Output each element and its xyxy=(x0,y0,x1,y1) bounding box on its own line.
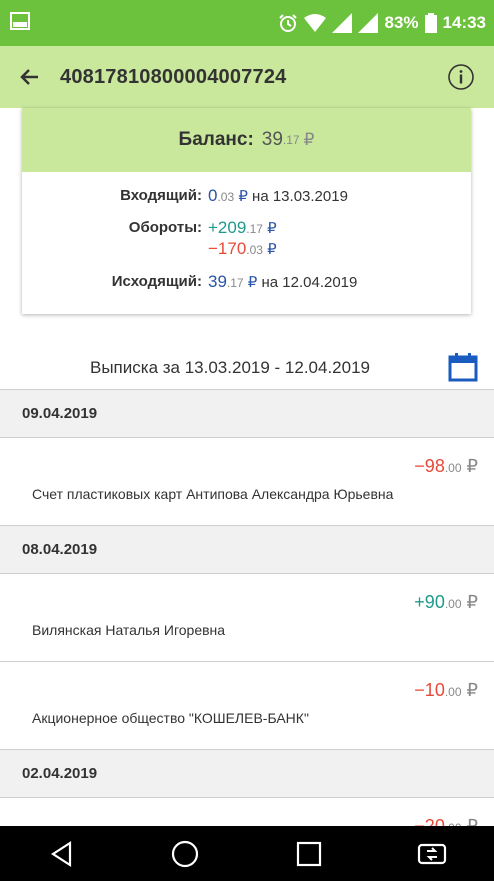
nav-recents-icon[interactable] xyxy=(284,834,334,874)
amount-fraction: .00 xyxy=(444,461,462,475)
battery-percent: 83% xyxy=(384,13,419,32)
list-item[interactable]: −98.00 ₽ Счет пластиковых карт Антипова … xyxy=(0,438,494,526)
incoming-date: на 13.03.2019 xyxy=(252,188,348,205)
balance-header: Баланс: 39.17 ₽ xyxy=(22,108,471,172)
transaction-description: Акционерное общество "КОШЕЛЕВ-БАНК" xyxy=(32,710,309,726)
list-item[interactable]: −10.00 ₽ Акционерное общество "КОШЕЛЕВ-Б… xyxy=(0,662,494,750)
alarm-icon xyxy=(278,13,298,33)
balance-label: Баланс: xyxy=(178,129,254,150)
outgoing-value: 39 xyxy=(208,272,227,291)
balance-card: Баланс: 39.17 ₽ Входящий: 0.03 ₽ на 13.0… xyxy=(22,108,471,314)
amount-value: −98 xyxy=(414,456,445,476)
date-header: 08.04.2019 xyxy=(0,526,494,574)
info-icon[interactable] xyxy=(446,62,476,92)
screenshot-icon xyxy=(10,11,30,35)
signal-icon xyxy=(358,13,379,33)
amount-fraction: .00 xyxy=(444,597,462,611)
currency-sign: ₽ xyxy=(303,130,315,149)
currency-sign: ₽ xyxy=(267,241,277,258)
transaction-description: Вилянская Наталья Игоревна xyxy=(32,622,226,638)
system-nav-bar xyxy=(0,826,494,881)
amount-value: −10 xyxy=(414,680,445,700)
statement-period: Выписка за 13.03.2019 - 12.04.2019 xyxy=(0,346,494,390)
app-bar: 40817810800004007724 xyxy=(0,46,494,108)
outgoing-row: Исходящий: 39.17 ₽ на 12.04.2019 xyxy=(22,270,471,294)
turnover-minus-value: −170 xyxy=(208,239,247,258)
currency-sign: ₽ xyxy=(238,188,248,205)
account-number-title: 40817810800004007724 xyxy=(60,65,287,88)
currency-sign: ₽ xyxy=(247,274,258,291)
nav-back-icon[interactable] xyxy=(37,834,87,874)
outgoing-date: на 12.04.2019 xyxy=(261,274,358,291)
battery-icon xyxy=(424,13,437,33)
screen-rotation-icon[interactable] xyxy=(407,834,457,874)
status-bar: 83% 14:33 xyxy=(0,0,494,46)
balance-fraction: .17 xyxy=(282,133,300,147)
amount-value: +90 xyxy=(414,592,445,612)
date-header: 09.04.2019 xyxy=(0,390,494,438)
amount-fraction: .00 xyxy=(444,685,462,699)
back-arrow-icon[interactable] xyxy=(12,59,48,95)
incoming-row: Входящий: 0.03 ₽ на 13.03.2019 xyxy=(22,184,471,208)
date-header: 02.04.2019 xyxy=(0,750,494,798)
incoming-fraction: .03 xyxy=(217,190,235,204)
wifi-icon xyxy=(304,14,327,32)
list-item[interactable]: +90.00 ₽ Вилянская Наталья Игоревна xyxy=(0,574,494,662)
screen: 83% 14:33 40817810800004007724 Баланс: 3… xyxy=(0,0,494,881)
turnover-label: Обороты: xyxy=(128,219,202,236)
turnover-row: Обороты: +209.17 ₽ −170.03 ₽ xyxy=(22,216,471,262)
currency-sign: ₽ xyxy=(466,680,478,700)
transaction-description: Счет пластиковых карт Антипова Александр… xyxy=(32,486,394,502)
nav-home-icon[interactable] xyxy=(160,834,210,874)
statement-period-text: Выписка за 13.03.2019 - 12.04.2019 xyxy=(90,357,370,377)
balance-value: 39 xyxy=(261,129,283,150)
signal-icon xyxy=(332,13,353,33)
currency-sign: ₽ xyxy=(267,220,277,237)
turnover-plus-value: +209 xyxy=(208,218,247,237)
outgoing-fraction: .17 xyxy=(226,276,244,290)
currency-sign: ₽ xyxy=(466,592,478,612)
calendar-icon[interactable] xyxy=(448,352,478,382)
incoming-label: Входящий: xyxy=(120,187,202,204)
clock: 14:33 xyxy=(442,13,486,32)
outgoing-label: Исходящий: xyxy=(111,273,202,290)
transaction-list: 09.04.2019 −98.00 ₽ Счет пластиковых кар… xyxy=(0,390,494,881)
turnover-plus-fraction: .17 xyxy=(246,222,263,236)
currency-sign: ₽ xyxy=(466,456,478,476)
turnover-minus-fraction: .03 xyxy=(246,243,263,257)
